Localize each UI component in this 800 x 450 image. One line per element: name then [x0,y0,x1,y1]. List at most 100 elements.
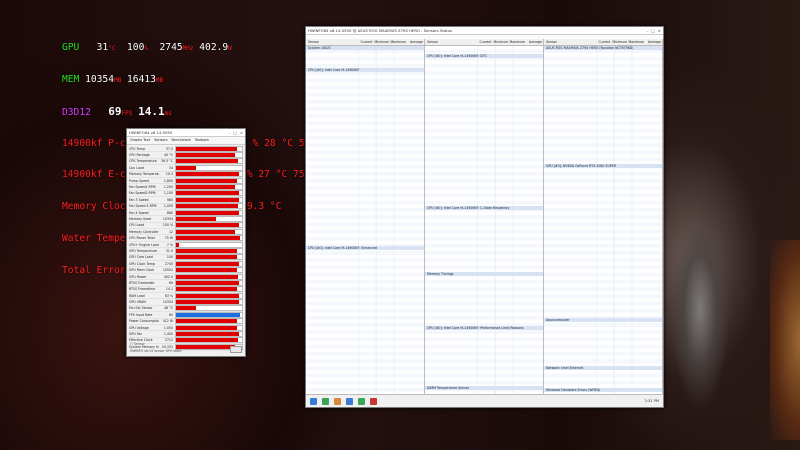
osd-gpu-label: GPU [62,42,80,54]
graph-bar [175,158,243,165]
header-maximum[interactable]: Maximum [628,40,645,44]
graph-row-label: RAM Load [129,293,145,298]
header-minimum[interactable]: Minimum [611,40,628,44]
graph-bar [175,254,243,261]
graph-row-label: CPU+ Engine Load [129,242,159,247]
graph-bar [175,279,243,286]
graph-fill [176,248,237,253]
section-header[interactable]: CPU [#0]: Intel Core i9-14900KF: Enhance… [306,246,424,250]
osd-fps-unit: FPS [121,109,133,117]
section-header[interactable]: GPU [#0]: NVIDIA GeForce RTX 4080 SUPER [544,164,662,168]
graph-row-value: 100 % [162,223,173,228]
graph-bar [175,273,243,280]
graph-fill [176,229,236,234]
osd-mem-total-unit: MB [155,76,164,84]
graph-row-label: CPU Temperature [129,159,157,164]
graph-row-label: Fan Ext Sensor [129,306,153,311]
graph-bar [175,235,243,242]
column-header: Sensor Current Minimum Maximum Average [425,39,543,46]
section-header[interactable]: CPU [#0]: Intel Core i9-14900KF: C-State… [425,206,543,210]
sensor-rows[interactable]: CPU [#0]: Intel Core i9-14900KF: DTS CPU… [425,46,543,395]
graph-fill [176,306,196,311]
header-current[interactable]: Current [357,40,374,44]
expand-icon[interactable] [310,397,317,405]
section-header[interactable]: Memory Timings [425,272,543,276]
header-sensor[interactable]: Sensor [544,40,595,44]
osd-frametime: 14.1 [138,104,165,118]
header-maximum[interactable]: Maximum [509,40,526,44]
graph-row-label: GPU Fan [129,332,143,337]
header-minimum[interactable]: Minimum [492,40,509,44]
graph-row-value: 37.5 [165,146,173,151]
sensor-rows[interactable]: System: ASUS CPU [#0]: Intel Core i9-149… [306,46,424,395]
graph-bar [175,209,243,216]
sensor-graph-list: CPU Temp 37.5 CPU Package 40 °C CPU Temperat… [127,145,245,352]
minimize-icon[interactable]: – [228,130,230,135]
graph-row-label: CPU Temp [129,146,145,151]
graph-fill [176,261,240,266]
sensor-rows[interactable]: ASUS ROG MAXIMUS Z790 HERO (Nuvoton NCT6… [544,46,662,395]
graph-row-label: GPU Temperature [129,248,157,253]
graph-row-value: 63 % [164,293,173,298]
header-sensor[interactable]: Sensor [425,40,476,44]
header-minimum[interactable]: Minimum [373,40,390,44]
graph-fill [176,280,239,285]
section-header[interactable]: Aquacomputer [544,318,662,322]
close-sensors-icon[interactable] [370,397,377,405]
minimize-icon[interactable]: – [646,28,648,33]
maximize-icon[interactable]: □ [233,130,237,135]
column-header: Sensor Current Minimum Maximum Average [544,39,662,46]
section-header[interactable]: ASUS ROG MAXIMUS Z790 HERO (Nuvoton NCT6… [544,46,662,50]
graph-row-label: GPU VRAM [129,300,146,305]
mini-titlebar[interactable]: HWiNFO64 v8.14-5550 – □ × [127,129,245,137]
header-maximum[interactable]: Maximum [390,40,407,44]
hwinfo-graph-window[interactable]: HWiNFO64 v8.14-5550 – □ × Graphs Text Sens… [126,128,246,357]
graph-bar [175,196,243,203]
settings-icon[interactable] [346,397,353,405]
graph-bar [175,145,243,152]
graph-row-label: Memory Controller [129,229,159,234]
graph-row-label: Fan 4 Speed [129,210,149,215]
graph-bar [175,203,243,210]
tab-toolbars[interactable]: Toolbars [195,138,209,143]
header-current[interactable]: Current [595,40,612,44]
sensor-column-2[interactable]: Sensor Current Minimum Maximum Average C… [425,39,544,395]
reset-icon[interactable] [358,397,365,405]
main-titlebar[interactable]: HWiNFO64 v8.14-5550 @ ASUS ROG MAXIMUS Z… [306,27,663,35]
section-header[interactable]: System: ASUS [306,46,424,50]
tab-benchmark[interactable]: Benchmark [172,138,191,143]
graph-row-value: 40 °C [164,153,173,158]
header-average[interactable]: Average [407,40,424,44]
header-current[interactable]: Current [476,40,493,44]
section-header[interactable]: CPU [#0]: Intel Core i9-14900KF [306,68,424,72]
close-icon[interactable]: × [240,130,243,135]
header-average[interactable]: Average [645,40,662,44]
section-header[interactable]: Windows Hardware Errors (WHEA) [544,388,662,392]
graph-row-value: 19.3 [165,172,173,177]
graph-row-label: FPS Input Rate [129,312,153,317]
section-header[interactable]: DIMM Temperature Sensor [425,386,543,390]
osd-gpu-clock-unit: MHz [182,45,194,53]
graph-fill [176,217,216,221]
graph-fill [176,268,237,273]
tab-graphs-text[interactable]: Graphs Text [130,138,150,143]
close-icon[interactable]: × [658,28,661,33]
section-header[interactable]: Network: Intel Ethernet [544,366,662,370]
graph-row-value: 75 W [164,236,173,241]
section-header[interactable]: CPU [#0]: Intel Core i9-14900KF: DTS [425,54,543,58]
hwinfo-sensors-window[interactable]: HWiNFO64 v8.14-5550 @ ASUS ROG MAXIMUS Z… [305,26,664,408]
sensor-column-3[interactable]: Sensor Current Minimum Maximum Average A… [544,39,663,395]
clock-icon[interactable] [334,397,341,405]
sensor-checkbox[interactable]: ☐ Sensor [130,342,145,346]
tab-sensors[interactable]: Sensors [154,138,167,143]
graph-row-value: 100 [166,255,173,260]
graph-row-value: 12 [168,229,173,234]
graph-row-value: 1,100 [163,191,173,196]
mini-ok-button[interactable] [230,346,242,353]
sensor-column-1[interactable]: Sensor Current Minimum Maximum Average S… [306,39,425,395]
network-icon[interactable] [322,397,329,405]
header-sensor[interactable]: Sensor [306,40,357,44]
maximize-icon[interactable]: □ [651,28,655,33]
section-header[interactable]: CPU [#0]: Intel Core i9-14900KF: Perform… [425,326,543,330]
header-average[interactable]: Average [526,40,543,44]
